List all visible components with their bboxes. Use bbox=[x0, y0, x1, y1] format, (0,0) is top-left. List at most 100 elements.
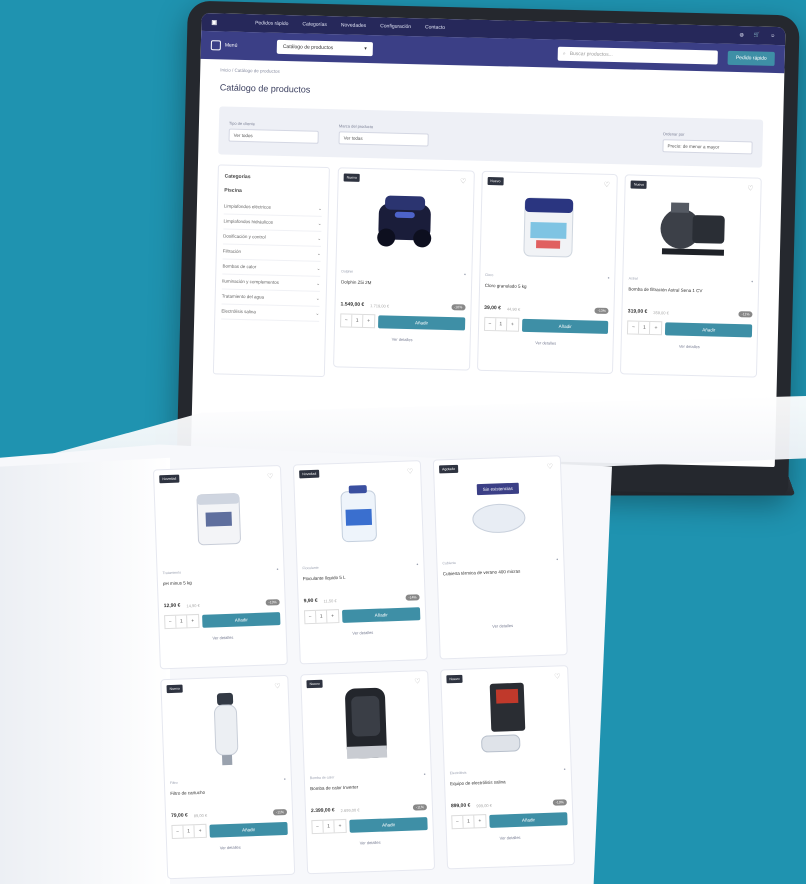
details-link[interactable]: Ver detalles bbox=[445, 621, 561, 630]
product-image[interactable] bbox=[629, 180, 756, 275]
qty-value[interactable]: 1 bbox=[463, 815, 475, 828]
add-to-cart-button[interactable]: Añadir bbox=[378, 314, 465, 330]
language-icon[interactable]: ◍ bbox=[739, 32, 744, 38]
sidebar-subheading[interactable]: Piscina bbox=[224, 188, 322, 196]
sidebar-item[interactable]: Electrólisis salina ⌄ bbox=[221, 304, 320, 322]
heart-icon[interactable]: ♡ bbox=[604, 181, 610, 189]
qty-plus-button[interactable]: + bbox=[194, 825, 205, 837]
qty-minus-button[interactable]: − bbox=[165, 615, 177, 629]
product-image[interactable] bbox=[306, 676, 425, 772]
qty-value[interactable]: 1 bbox=[183, 825, 195, 838]
nav-item[interactable]: Configuración bbox=[380, 23, 411, 30]
add-to-cart-button[interactable]: Añadir bbox=[349, 816, 428, 833]
qty-minus-button[interactable]: − bbox=[628, 321, 640, 334]
qty-plus-button[interactable]: + bbox=[474, 815, 485, 827]
product-card[interactable]: Nuevo ♡ Cloro ● Cloro granulado 5 kg 39,… bbox=[476, 170, 619, 375]
add-to-cart-button[interactable]: Añadir bbox=[521, 318, 609, 334]
quick-order-button[interactable]: Pedido rápido bbox=[727, 50, 775, 66]
filter-select[interactable]: Ver todos bbox=[228, 128, 319, 144]
product-card[interactable]: Novedad ♡ Tratamiento ● pH minus 5 kg 12… bbox=[152, 464, 288, 670]
product-name[interactable]: Bomba de calor Inverter bbox=[310, 782, 426, 800]
qty-value[interactable]: 1 bbox=[639, 321, 651, 334]
stock-icon: ● bbox=[563, 767, 566, 772]
product-name[interactable]: Equipo de electrólisis salina bbox=[450, 777, 566, 795]
heart-icon[interactable]: ♡ bbox=[407, 467, 414, 475]
add-to-cart-button[interactable]: Añadir bbox=[209, 821, 288, 838]
product-card[interactable]: Nuevo ♡ Bomba de calor ● Bomba de calor … bbox=[300, 669, 436, 875]
user-icon[interactable]: ☺ bbox=[770, 33, 775, 39]
product-card[interactable]: Nuevo ♡ Astral ● Bomba de filtración Ast… bbox=[620, 174, 762, 378]
product-card[interactable]: Nuevo ♡ Dolphin ● Dolphin Z5i 2M 1.549,0… bbox=[333, 167, 475, 371]
product-name[interactable]: Cloro granulado 5 kg bbox=[484, 283, 609, 300]
product-card[interactable]: Nuevo ♡ Filtro ● Filtro de cartucho 79,0… bbox=[160, 674, 296, 880]
cart-icon[interactable]: 🛒 bbox=[754, 32, 760, 38]
catalog-select[interactable]: Catálogo de productos ▾ bbox=[276, 39, 373, 57]
qty-value[interactable]: 1 bbox=[176, 615, 188, 628]
qty-value[interactable]: 1 bbox=[352, 314, 364, 327]
product-card[interactable]: Novedad ♡ Floculante ● Floculante líquid… bbox=[292, 460, 428, 665]
sort-select[interactable]: Precio: de menor a mayor bbox=[662, 138, 753, 154]
heart-icon[interactable]: ♡ bbox=[747, 184, 753, 192]
qty-value[interactable]: 1 bbox=[316, 610, 328, 623]
product-image[interactable] bbox=[299, 466, 418, 562]
nav-item[interactable]: Categorías bbox=[302, 21, 327, 28]
product-name[interactable]: Dolphin Z5i 2M bbox=[341, 279, 466, 296]
details-link[interactable]: Ver detalles bbox=[452, 833, 568, 842]
add-to-cart-button[interactable]: Añadir bbox=[665, 321, 753, 337]
discount-badge: -10% bbox=[450, 304, 466, 311]
product-image[interactable] bbox=[167, 681, 286, 777]
qty-plus-button[interactable]: + bbox=[650, 322, 661, 334]
details-link[interactable]: Ver detalles bbox=[172, 843, 288, 852]
details-link[interactable]: Ver detalles bbox=[627, 342, 752, 350]
qty-minus-button[interactable]: − bbox=[305, 610, 317, 624]
details-link[interactable]: Ver detalles bbox=[305, 628, 421, 637]
old-price: 359,00 € bbox=[653, 309, 669, 315]
nav-item[interactable]: Pedidos rápido bbox=[255, 20, 288, 27]
heart-icon[interactable]: ♡ bbox=[460, 177, 466, 185]
product-image[interactable]: Sin existencias bbox=[439, 461, 558, 557]
heart-icon[interactable]: ♡ bbox=[547, 462, 554, 470]
qty-plus-button[interactable]: + bbox=[327, 610, 338, 622]
product-name[interactable]: pH minus 5 kg bbox=[163, 577, 279, 595]
details-link[interactable]: Ver detalles bbox=[165, 633, 281, 642]
product-image[interactable] bbox=[342, 173, 469, 268]
product-card[interactable]: Nuevo ♡ Electrólisis ● Equipo de electró… bbox=[440, 665, 576, 870]
product-card[interactable]: Agotado ♡ Sin existencias Cubierta ● Cub… bbox=[432, 455, 568, 660]
nav-item[interactable]: Novedades bbox=[341, 22, 366, 29]
breadcrumb[interactable]: Inicio / Catálogo de productos bbox=[220, 67, 764, 85]
heart-icon[interactable]: ♡ bbox=[554, 672, 561, 680]
product-image[interactable] bbox=[159, 471, 278, 567]
qty-minus-button[interactable]: − bbox=[484, 317, 496, 331]
qty-minus-button[interactable]: − bbox=[172, 825, 184, 838]
qty-plus-button[interactable]: + bbox=[334, 820, 345, 832]
qty-value[interactable]: 1 bbox=[495, 318, 507, 331]
nav-item[interactable]: Contacto bbox=[425, 24, 445, 30]
product-name[interactable]: Floculante líquido 5 L bbox=[303, 572, 419, 590]
qty-plus-button[interactable]: + bbox=[507, 318, 518, 330]
product-price: 2.399,00 € bbox=[310, 807, 335, 815]
filter-select[interactable]: Ver todas bbox=[338, 130, 429, 147]
details-link[interactable]: Ver detalles bbox=[340, 335, 465, 343]
heart-icon[interactable]: ♡ bbox=[414, 677, 421, 685]
heart-icon[interactable]: ♡ bbox=[267, 472, 274, 480]
qty-value[interactable]: 1 bbox=[323, 820, 335, 833]
brand-logo[interactable]: ▣ bbox=[211, 19, 217, 26]
qty-plus-button[interactable]: + bbox=[363, 315, 374, 327]
add-to-cart-button[interactable]: Añadir bbox=[489, 811, 568, 828]
qty-plus-button[interactable]: + bbox=[187, 615, 198, 627]
product-image[interactable] bbox=[485, 177, 612, 272]
details-link[interactable]: Ver detalles bbox=[483, 339, 608, 347]
menu-button[interactable]: Menú bbox=[210, 40, 267, 51]
product-name[interactable]: Filtro de cartucho bbox=[170, 787, 286, 805]
search-input[interactable]: ⌕ Buscar productos... bbox=[557, 46, 719, 65]
heart-icon[interactable]: ♡ bbox=[274, 682, 281, 690]
product-name[interactable]: Bomba de filtración Astral Sena 1 CV bbox=[628, 286, 753, 303]
add-to-cart-button[interactable]: Añadir bbox=[341, 606, 421, 623]
qty-minus-button[interactable]: − bbox=[452, 815, 464, 829]
details-link[interactable]: Ver detalles bbox=[312, 838, 428, 847]
qty-minus-button[interactable]: − bbox=[312, 820, 324, 834]
add-to-cart-button[interactable]: Añadir bbox=[202, 611, 281, 628]
qty-minus-button[interactable]: − bbox=[341, 314, 353, 327]
product-name[interactable]: Cubierta térmica de verano 400 micras bbox=[443, 567, 559, 585]
product-image[interactable] bbox=[446, 671, 565, 767]
